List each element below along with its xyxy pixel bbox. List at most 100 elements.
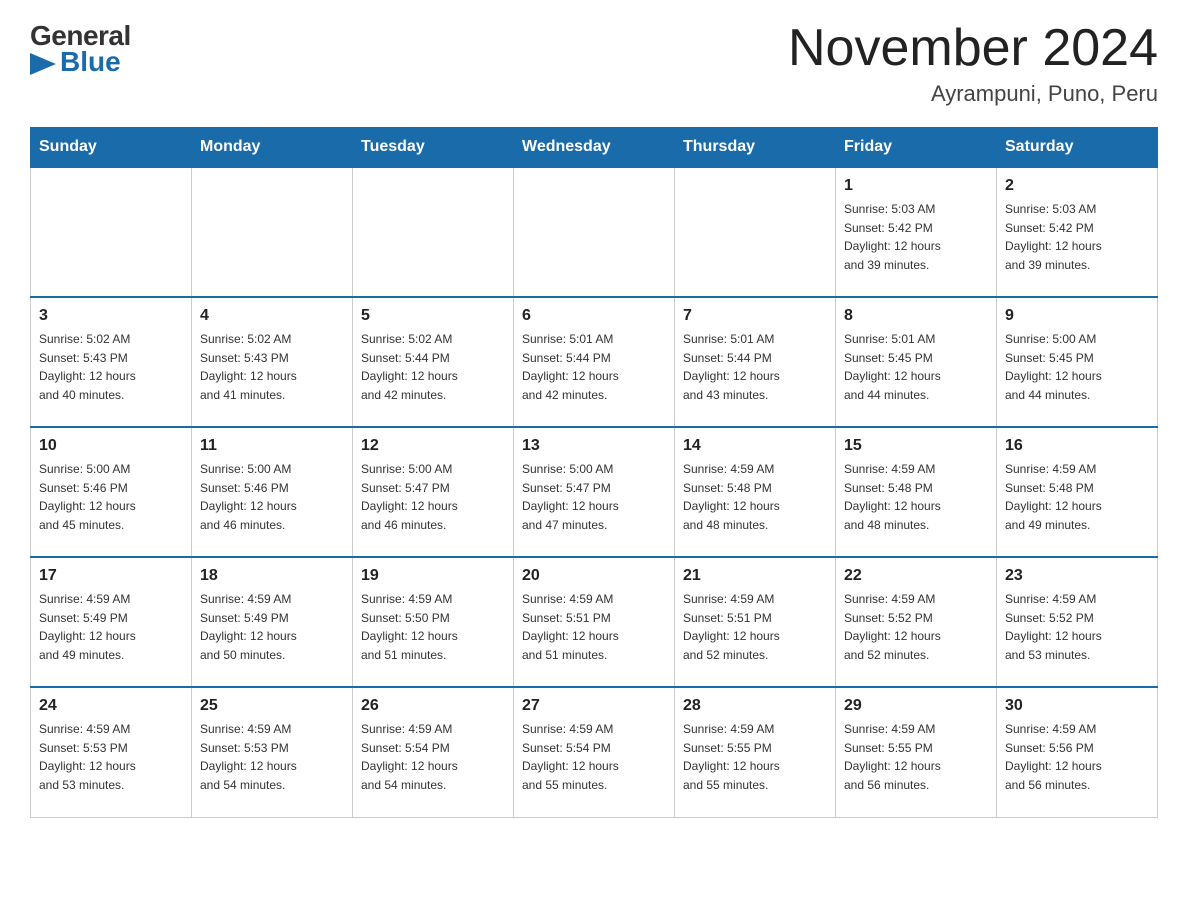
day-number: 18 (200, 564, 344, 588)
calendar-cell (514, 167, 675, 297)
day-info: Sunrise: 4:59 AM Sunset: 5:49 PM Dayligh… (200, 590, 344, 664)
day-info: Sunrise: 5:00 AM Sunset: 5:47 PM Dayligh… (361, 460, 505, 534)
day-number: 21 (683, 564, 827, 588)
calendar-cell (31, 167, 192, 297)
calendar-week-2: 3Sunrise: 5:02 AM Sunset: 5:43 PM Daylig… (31, 297, 1158, 427)
calendar-cell: 20Sunrise: 4:59 AM Sunset: 5:51 PM Dayli… (514, 557, 675, 687)
day-number: 14 (683, 434, 827, 458)
day-number: 11 (200, 434, 344, 458)
day-info: Sunrise: 4:59 AM Sunset: 5:48 PM Dayligh… (683, 460, 827, 534)
calendar-cell: 15Sunrise: 4:59 AM Sunset: 5:48 PM Dayli… (836, 427, 997, 557)
day-number: 29 (844, 694, 988, 718)
day-info: Sunrise: 4:59 AM Sunset: 5:56 PM Dayligh… (1005, 720, 1149, 794)
day-number: 2 (1005, 174, 1149, 198)
logo-blue-text: Blue (60, 46, 121, 78)
day-info: Sunrise: 5:02 AM Sunset: 5:43 PM Dayligh… (39, 330, 183, 404)
calendar-cell (353, 167, 514, 297)
day-number: 10 (39, 434, 183, 458)
calendar-cell (675, 167, 836, 297)
calendar-week-5: 24Sunrise: 4:59 AM Sunset: 5:53 PM Dayli… (31, 687, 1158, 817)
day-number: 19 (361, 564, 505, 588)
page-header: General Blue November 2024 Ayrampuni, Pu… (30, 20, 1158, 107)
calendar-cell: 2Sunrise: 5:03 AM Sunset: 5:42 PM Daylig… (997, 167, 1158, 297)
day-header-friday: Friday (836, 128, 997, 168)
calendar-week-1: 1Sunrise: 5:03 AM Sunset: 5:42 PM Daylig… (31, 167, 1158, 297)
day-number: 22 (844, 564, 988, 588)
day-info: Sunrise: 5:03 AM Sunset: 5:42 PM Dayligh… (844, 200, 988, 274)
day-info: Sunrise: 5:02 AM Sunset: 5:44 PM Dayligh… (361, 330, 505, 404)
day-info: Sunrise: 4:59 AM Sunset: 5:51 PM Dayligh… (683, 590, 827, 664)
calendar-cell: 16Sunrise: 4:59 AM Sunset: 5:48 PM Dayli… (997, 427, 1158, 557)
calendar-cell: 28Sunrise: 4:59 AM Sunset: 5:55 PM Dayli… (675, 687, 836, 817)
day-number: 12 (361, 434, 505, 458)
day-number: 27 (522, 694, 666, 718)
calendar-cell: 19Sunrise: 4:59 AM Sunset: 5:50 PM Dayli… (353, 557, 514, 687)
calendar-cell: 10Sunrise: 5:00 AM Sunset: 5:46 PM Dayli… (31, 427, 192, 557)
day-number: 3 (39, 304, 183, 328)
day-number: 24 (39, 694, 183, 718)
day-info: Sunrise: 4:59 AM Sunset: 5:55 PM Dayligh… (844, 720, 988, 794)
calendar-cell: 13Sunrise: 5:00 AM Sunset: 5:47 PM Dayli… (514, 427, 675, 557)
day-info: Sunrise: 4:59 AM Sunset: 5:55 PM Dayligh… (683, 720, 827, 794)
day-number: 16 (1005, 434, 1149, 458)
day-info: Sunrise: 5:00 AM Sunset: 5:45 PM Dayligh… (1005, 330, 1149, 404)
day-number: 5 (361, 304, 505, 328)
calendar-title: November 2024 (788, 20, 1158, 77)
day-info: Sunrise: 4:59 AM Sunset: 5:54 PM Dayligh… (361, 720, 505, 794)
day-number: 4 (200, 304, 344, 328)
calendar-cell: 5Sunrise: 5:02 AM Sunset: 5:44 PM Daylig… (353, 297, 514, 427)
logo-arrow-icon (30, 53, 56, 75)
calendar-week-3: 10Sunrise: 5:00 AM Sunset: 5:46 PM Dayli… (31, 427, 1158, 557)
day-number: 25 (200, 694, 344, 718)
logo: General Blue (30, 20, 153, 78)
day-info: Sunrise: 4:59 AM Sunset: 5:50 PM Dayligh… (361, 590, 505, 664)
day-number: 23 (1005, 564, 1149, 588)
day-info: Sunrise: 5:01 AM Sunset: 5:44 PM Dayligh… (683, 330, 827, 404)
day-number: 7 (683, 304, 827, 328)
day-number: 9 (1005, 304, 1149, 328)
day-info: Sunrise: 4:59 AM Sunset: 5:48 PM Dayligh… (844, 460, 988, 534)
day-info: Sunrise: 5:03 AM Sunset: 5:42 PM Dayligh… (1005, 200, 1149, 274)
day-number: 15 (844, 434, 988, 458)
day-header-thursday: Thursday (675, 128, 836, 168)
calendar-cell: 12Sunrise: 5:00 AM Sunset: 5:47 PM Dayli… (353, 427, 514, 557)
title-section: November 2024 Ayrampuni, Puno, Peru (788, 20, 1158, 107)
calendar-cell: 14Sunrise: 4:59 AM Sunset: 5:48 PM Dayli… (675, 427, 836, 557)
calendar-cell: 24Sunrise: 4:59 AM Sunset: 5:53 PM Dayli… (31, 687, 192, 817)
calendar-cell: 8Sunrise: 5:01 AM Sunset: 5:45 PM Daylig… (836, 297, 997, 427)
day-header-sunday: Sunday (31, 128, 192, 168)
calendar-cell: 29Sunrise: 4:59 AM Sunset: 5:55 PM Dayli… (836, 687, 997, 817)
day-info: Sunrise: 4:59 AM Sunset: 5:51 PM Dayligh… (522, 590, 666, 664)
calendar-body: 1Sunrise: 5:03 AM Sunset: 5:42 PM Daylig… (31, 167, 1158, 817)
day-header-saturday: Saturday (997, 128, 1158, 168)
calendar-cell: 9Sunrise: 5:00 AM Sunset: 5:45 PM Daylig… (997, 297, 1158, 427)
calendar-cell: 23Sunrise: 4:59 AM Sunset: 5:52 PM Dayli… (997, 557, 1158, 687)
calendar-cell: 17Sunrise: 4:59 AM Sunset: 5:49 PM Dayli… (31, 557, 192, 687)
day-number: 26 (361, 694, 505, 718)
day-info: Sunrise: 4:59 AM Sunset: 5:52 PM Dayligh… (1005, 590, 1149, 664)
header-row: SundayMondayTuesdayWednesdayThursdayFrid… (31, 128, 1158, 168)
day-number: 8 (844, 304, 988, 328)
calendar-cell: 30Sunrise: 4:59 AM Sunset: 5:56 PM Dayli… (997, 687, 1158, 817)
calendar-week-4: 17 Sunrise: 4:59 AM Sunset: 5:49 PM Dayli… (31, 557, 1158, 687)
day-header-wednesday: Wednesday (514, 128, 675, 168)
calendar-table: SundayMondayTuesdayWednesdayThursdayFrid… (30, 127, 1158, 818)
day-info: Sunrise: 4:59 AM Sunset: 5:53 PM Dayligh… (200, 720, 344, 794)
day-number: 28 (683, 694, 827, 718)
day-info: Sunrise: 5:01 AM Sunset: 5:44 PM Dayligh… (522, 330, 666, 404)
day-info: Sunrise: 4:59 AM Sunset: 5:53 PM Dayligh… (39, 720, 183, 794)
day-info: Sunrise: 4:59 AM Sunset: 5:54 PM Dayligh… (522, 720, 666, 794)
calendar-header: SundayMondayTuesdayWednesdayThursdayFrid… (31, 128, 1158, 168)
calendar-cell: 3Sunrise: 5:02 AM Sunset: 5:43 PM Daylig… (31, 297, 192, 427)
day-number: 30 (1005, 694, 1149, 718)
day-info: Sunrise: 5:00 AM Sunset: 5:46 PM Dayligh… (39, 460, 183, 534)
day-number: 20 (522, 564, 666, 588)
calendar-cell: 7Sunrise: 5:01 AM Sunset: 5:44 PM Daylig… (675, 297, 836, 427)
calendar-cell: 21Sunrise: 4:59 AM Sunset: 5:51 PM Dayli… (675, 557, 836, 687)
day-info: Sunrise: 4:59 AM Sunset: 5:48 PM Dayligh… (1005, 460, 1149, 534)
calendar-cell: 11Sunrise: 5:00 AM Sunset: 5:46 PM Dayli… (192, 427, 353, 557)
calendar-cell: 18Sunrise: 4:59 AM Sunset: 5:49 PM Dayli… (192, 557, 353, 687)
day-number: 1 (844, 174, 988, 198)
day-number: 17 (39, 564, 183, 588)
calendar-cell: 27Sunrise: 4:59 AM Sunset: 5:54 PM Dayli… (514, 687, 675, 817)
